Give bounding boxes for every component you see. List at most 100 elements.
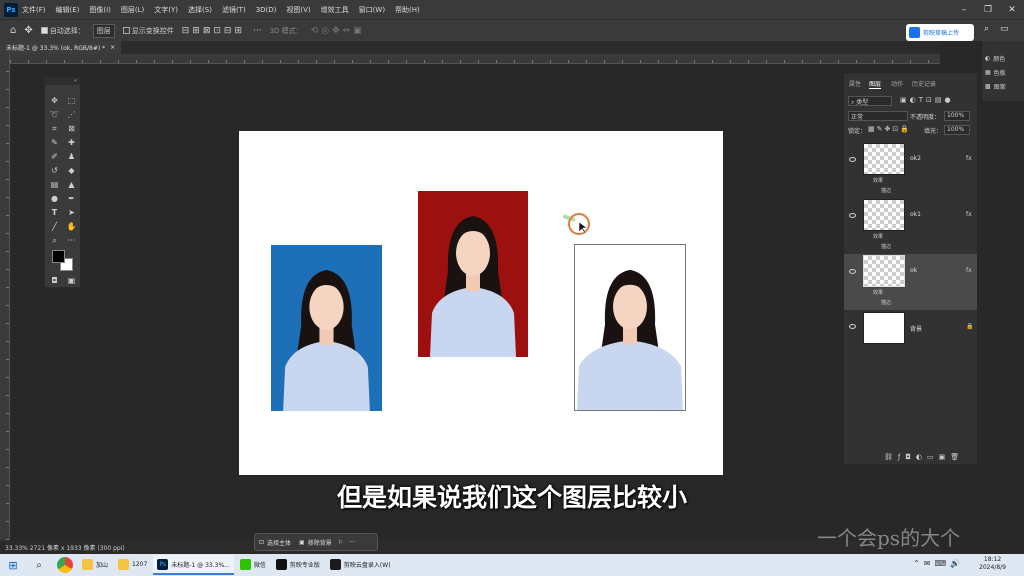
layer-row-background[interactable]: 背景 🔒	[844, 310, 977, 346]
taskbar-app-photoshop[interactable]: Ps 未标题-1 @ 33.3%...	[153, 555, 234, 575]
eye-icon[interactable]	[849, 157, 856, 162]
taskbar-app-folder-2[interactable]: 1207	[114, 555, 151, 575]
layer-row-ok1[interactable]: ok1 fx 效果 描边	[844, 198, 977, 254]
taskbar-app-wechat[interactable]: 微信	[236, 555, 270, 575]
line-tool-icon[interactable]: ╱	[49, 221, 60, 232]
menu-window[interactable]: 窗口(W)	[359, 5, 385, 15]
menu-3d[interactable]: 3D(D)	[256, 6, 277, 14]
tab-properties[interactable]: 属性	[849, 79, 861, 88]
workspace-icon[interactable]: ▭	[1000, 24, 1009, 34]
menu-select[interactable]: 选择(S)	[188, 5, 212, 15]
photo-red-background[interactable]	[418, 191, 528, 357]
stamp-tool-icon[interactable]: ♟	[66, 151, 77, 162]
pen-tool-icon[interactable]: ✒	[66, 193, 77, 204]
home-icon[interactable]: ⌂	[10, 25, 16, 36]
toolbox-collapse-icon[interactable]: «	[45, 78, 80, 85]
layer-filter-dropdown[interactable]: ⌕ 类型	[848, 96, 892, 106]
layer-filter-icons[interactable]: ▣◐T⊡▤●	[900, 96, 954, 104]
lock-icons[interactable]: ▦✎✥⊡🔒	[868, 125, 911, 133]
fx-icon[interactable]: fx	[966, 211, 972, 218]
taskbar-app-folder-1[interactable]: 加山	[78, 555, 112, 575]
screen-mode-icon[interactable]: ▣	[66, 275, 77, 286]
zoom-tool-icon[interactable]: ⌕	[49, 235, 60, 246]
taskbar-app-label: 加山	[96, 561, 109, 569]
remove-background-button[interactable]: 移除背景	[308, 538, 332, 547]
panel-patterns[interactable]: ▩ 图案	[982, 79, 1024, 93]
flag-icon[interactable]: ⚐	[338, 539, 343, 546]
panel-swatches[interactable]: ▦ 色板	[982, 65, 1024, 79]
panel-color[interactable]: ◐ 颜色	[982, 51, 1024, 65]
menu-image[interactable]: 图像(I)	[89, 5, 111, 15]
blend-mode-dropdown[interactable]: 正常	[848, 111, 908, 121]
fx-icon[interactable]: fx	[966, 155, 972, 162]
more-options-icon[interactable]: ···	[349, 539, 355, 546]
healing-brush-tool-icon[interactable]: ✚	[66, 137, 77, 148]
brush-tool-icon[interactable]: ✐	[49, 151, 60, 162]
fx-icon[interactable]: fx	[966, 267, 972, 274]
search-icon[interactable]: ⌕	[984, 24, 989, 34]
history-brush-tool-icon[interactable]: ↺	[49, 165, 60, 176]
taskbar-app-recorder[interactable]: 剪映云盘录入(W)	[326, 555, 395, 575]
menu-edit[interactable]: 编辑(E)	[56, 5, 80, 15]
layer-row-ok-selected[interactable]: ok fx 效果 描边	[844, 254, 977, 312]
dodge-tool-icon[interactable]: ●	[49, 193, 60, 204]
tab-history[interactable]: 历史记录	[912, 79, 936, 88]
menu-layer[interactable]: 图层(L)	[121, 5, 144, 15]
quick-mask-icon[interactable]: ◘	[49, 275, 60, 286]
gradient-tool-icon[interactable]: ▤	[49, 179, 60, 190]
system-tray-icons[interactable]: ⌃✉⌨🔊	[913, 559, 964, 568]
transform-controls-checkbox[interactable]: 显示变换控件	[122, 26, 174, 36]
tab-actions[interactable]: 动作	[891, 79, 903, 88]
layer-row-ok2[interactable]: ok2 fx 效果 描边	[844, 140, 977, 198]
more-tools-icon[interactable]: ···	[66, 235, 77, 246]
crop-tool-icon[interactable]: ⌗	[49, 123, 60, 134]
document-tab[interactable]: 未标题-1 @ 33.3% (ok, RGB/8#) * ×	[0, 41, 122, 54]
close-icon[interactable]: ✕	[1000, 0, 1024, 19]
maximize-icon[interactable]: ❐	[976, 0, 1000, 19]
close-tab-icon[interactable]: ×	[110, 44, 115, 51]
tab-layers[interactable]: 图层	[869, 79, 882, 89]
taskbar-clock[interactable]: 18:12 2024/8/9	[979, 556, 1006, 572]
auto-select-dropdown[interactable]: 图层	[92, 23, 115, 38]
menu-plugins[interactable]: 增效工具	[321, 5, 349, 15]
eraser-tool-icon[interactable]: ◆	[66, 165, 77, 176]
foreground-color-swatch[interactable]	[52, 250, 65, 263]
opacity-input[interactable]: 100%	[944, 111, 970, 121]
quick-select-tool-icon[interactable]: ⋰	[66, 109, 77, 120]
eye-icon[interactable]	[849, 213, 856, 218]
search-icon[interactable]: ⌕	[31, 557, 47, 573]
document-canvas[interactable]	[239, 131, 723, 475]
align-icons[interactable]: ⊟⊞⊠⊡⊟⊞	[182, 26, 245, 36]
marquee-tool-icon[interactable]: ⬚	[66, 95, 77, 106]
photoshop-icon: Ps	[157, 558, 169, 570]
menu-file[interactable]: 文件(F)	[22, 5, 46, 15]
menu-help[interactable]: 帮助(H)	[395, 5, 420, 15]
auto-select-checkbox[interactable]: 自动选择：	[40, 26, 85, 36]
move-tool-icon[interactable]: ✥	[24, 25, 32, 36]
3d-mode-icons[interactable]: ⟲◎✥⇔▣	[311, 26, 365, 36]
windows-start-icon[interactable]: ⊞	[5, 557, 21, 573]
path-select-tool-icon[interactable]: ➤	[66, 207, 77, 218]
more-options-icon[interactable]: ···	[253, 26, 262, 36]
blur-tool-icon[interactable]: ▲	[66, 179, 77, 190]
menu-view[interactable]: 视图(V)	[286, 5, 310, 15]
minimize-icon[interactable]: –	[952, 0, 976, 19]
lasso-tool-icon[interactable]: ➰	[49, 109, 60, 120]
fill-input[interactable]: 100%	[944, 125, 970, 135]
select-subject-button[interactable]: 选择主体	[267, 538, 291, 547]
taskbar-app-jianying[interactable]: 剪映专业版	[272, 555, 324, 575]
frame-tool-icon[interactable]: ⊠	[66, 123, 77, 134]
photo-white-background-selected[interactable]	[574, 244, 686, 411]
chrome-icon[interactable]	[57, 557, 73, 573]
menu-filter[interactable]: 滤镜(T)	[222, 5, 246, 15]
layer-panel-footer-icons[interactable]: ⛓ƒ◘◐▭▣🗑	[884, 453, 964, 461]
menu-type[interactable]: 文字(Y)	[154, 5, 178, 15]
upload-button[interactable]: 剪映草稿上传	[906, 24, 974, 41]
type-tool-icon[interactable]: T	[49, 207, 60, 218]
eyedropper-tool-icon[interactable]: ✎	[49, 137, 60, 148]
photo-blue-background[interactable]	[271, 245, 382, 411]
eye-icon[interactable]	[849, 269, 856, 274]
eye-icon[interactable]	[849, 324, 856, 329]
move-tool-icon[interactable]: ✥	[49, 95, 60, 106]
hand-tool-icon[interactable]: ✋	[66, 221, 77, 232]
